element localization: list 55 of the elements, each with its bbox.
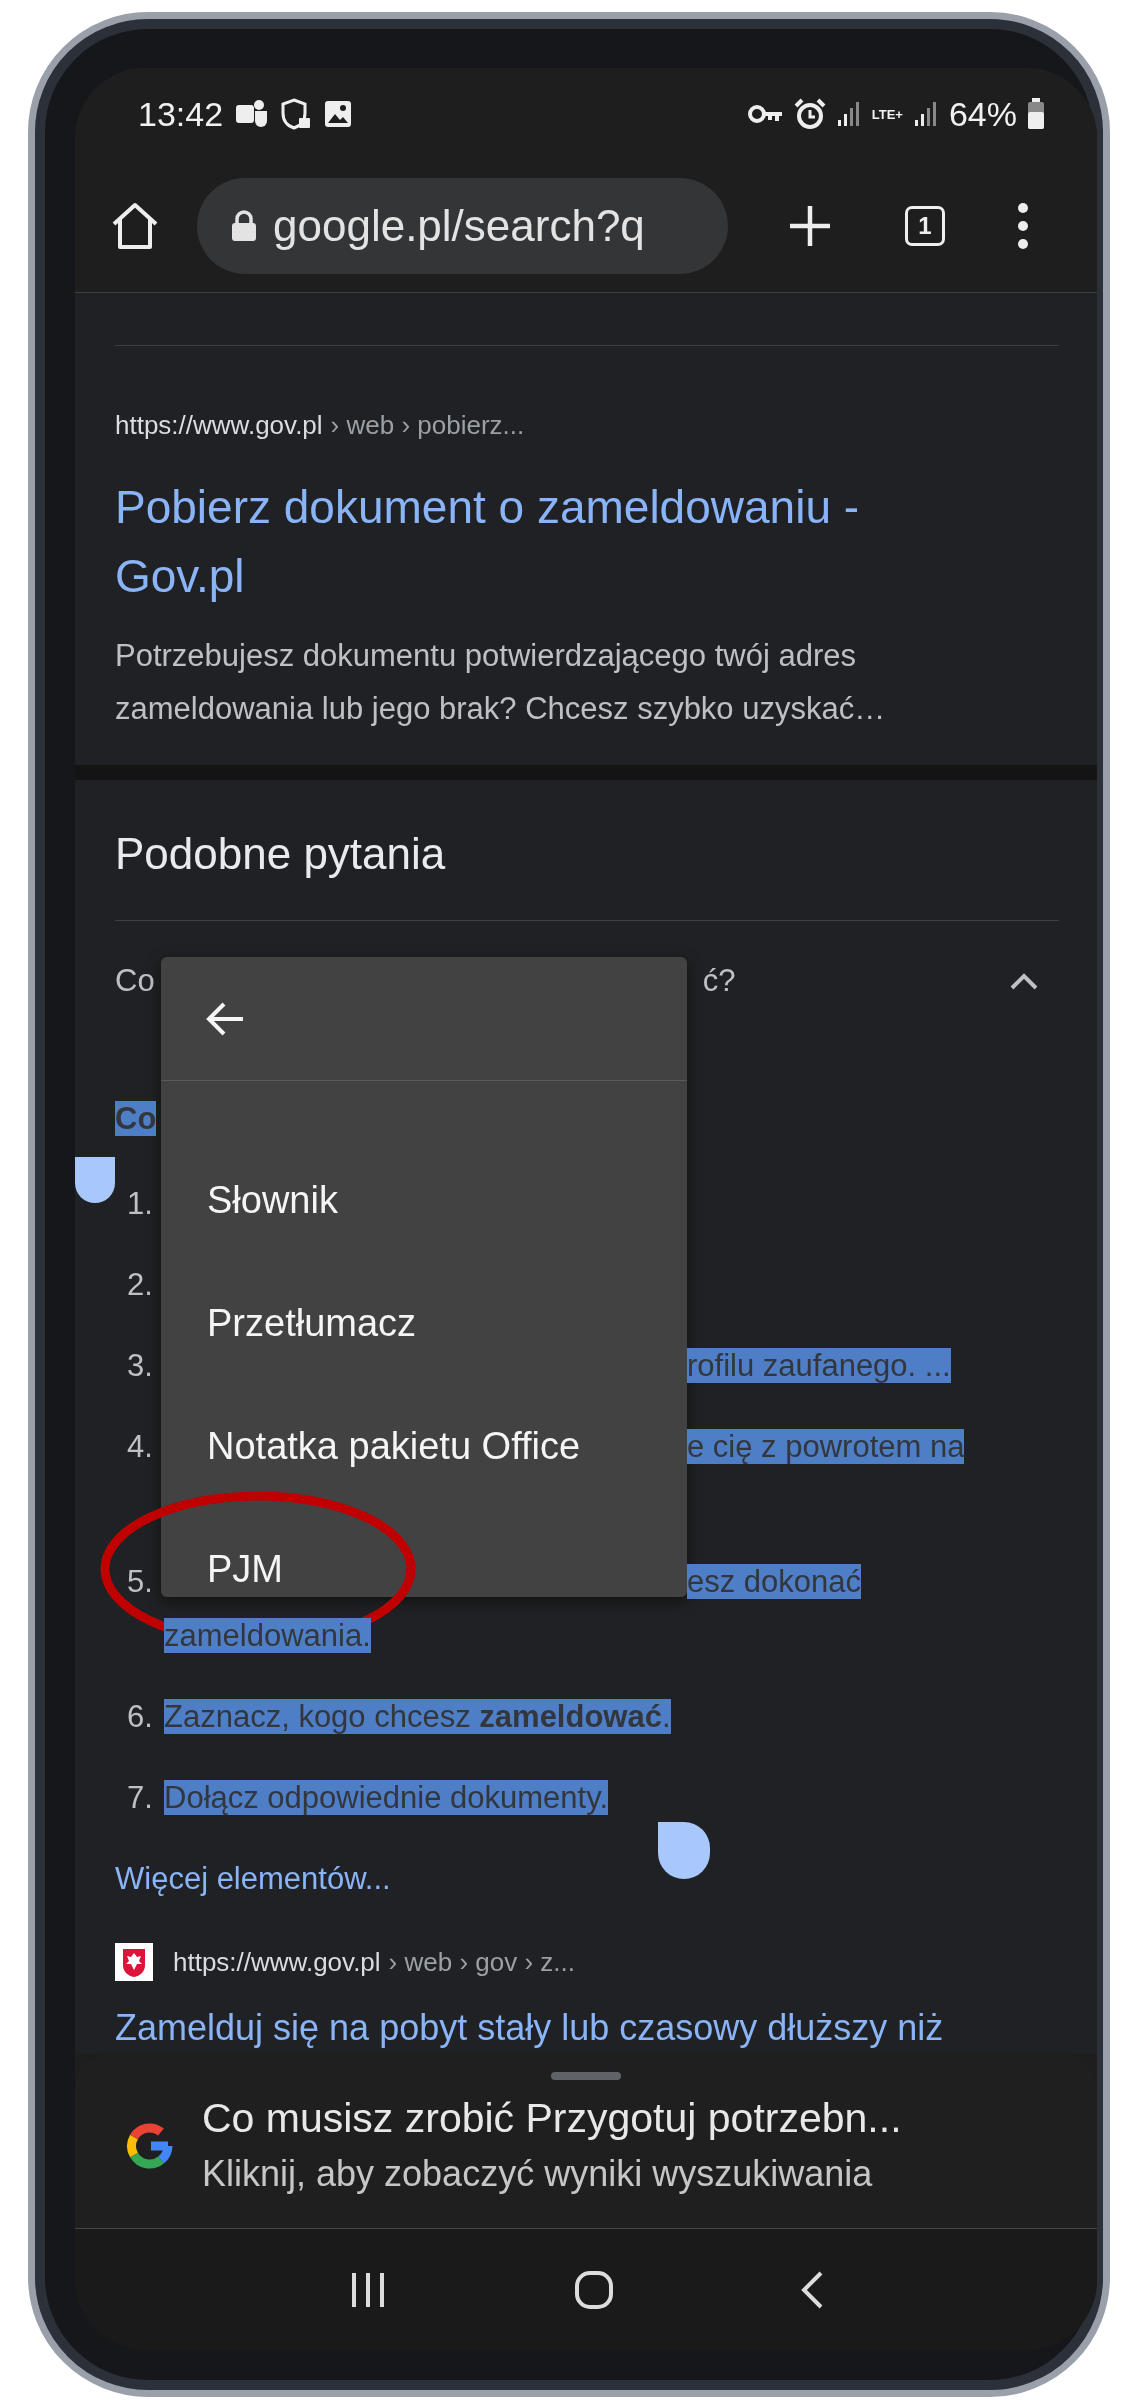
more-items-link[interactable]: Więcej elementów... [115, 1854, 391, 1904]
section-heading: Podobne pytania [115, 828, 447, 880]
list-number: 2. [126, 1266, 154, 1304]
people-icon [235, 99, 270, 129]
drag-handle[interactable] [551, 2072, 621, 2080]
question-text[interactable]: ć? [702, 963, 736, 999]
list-number: 3. [126, 1347, 154, 1385]
address-bar[interactable]: google.pl/search?q [197, 178, 728, 274]
list-item-text: Dołącz odpowiednie dokumenty. [164, 1780, 609, 1815]
battery-icon [1027, 98, 1045, 130]
battery-percent: 64% [948, 94, 1017, 134]
result-path: › web › gov › z... [388, 1946, 575, 1978]
result-path: › web › pobierz... [330, 409, 525, 442]
signal-icon [912, 100, 939, 128]
list-item-text: rofilu zaufanego. ... [687, 1348, 951, 1383]
image-icon [323, 99, 354, 129]
result-domain: https://www.gov.pl [115, 409, 323, 442]
list-item-text: zameldowania. [164, 1618, 371, 1653]
home-icon[interactable] [110, 202, 160, 250]
list-item-text: Zaznacz, kogo chcesz zameldować. [164, 1699, 671, 1734]
result-title-link[interactable]: Pobierz dokument o zameldowaniu - Gov.pl [115, 473, 975, 611]
key-icon [747, 103, 784, 125]
result-snippet: Potrzebujesz dokumentu potwierdzającego twój adres zameldowania lub jego brak? Chcesz szybko uzyskać… [115, 637, 887, 728]
list-number: 1. [126, 1185, 154, 1223]
result-title-link[interactable]: Zamelduj się na pobyt stały lub czasowy dłuższy niż [115, 2006, 1059, 2050]
question-text[interactable]: Co [115, 963, 155, 999]
menu-icon[interactable] [1017, 202, 1029, 250]
list-number: 4. [126, 1428, 154, 1466]
signal-icon [835, 100, 862, 128]
menu-item[interactable]: Notatka pakietu Office [207, 1425, 581, 1468]
menu-item[interactable]: Słownik [207, 1179, 338, 1222]
chevron-icon[interactable] [1009, 972, 1039, 990]
alarm-icon [793, 98, 826, 130]
back-icon[interactable] [800, 2270, 824, 2310]
tab-switcher-button[interactable]: 1 [905, 206, 945, 246]
url-text: google.pl/search?q [273, 201, 645, 251]
menu-item[interactable]: Przetłumacz [207, 1302, 417, 1345]
sheet-title[interactable]: Co musisz zrobić Przygotuj potrzebn... [202, 2090, 902, 2146]
clock-time: 13:42 [138, 94, 224, 134]
menu-item[interactable]: PJM [207, 1548, 283, 1591]
list-item-text: esz dokonać [687, 1564, 862, 1599]
lock-icon [231, 210, 257, 242]
selection-handle[interactable] [75, 1157, 115, 1203]
list-number: 6. [126, 1698, 154, 1736]
result-domain: https://www.gov.pl [173, 1946, 381, 1978]
list-number: 7. [126, 1779, 154, 1817]
list-number: 5. [126, 1563, 154, 1601]
sheet-subtitle: Kliknij, aby zobaczyć wyniki wyszukiwania [202, 2152, 874, 2196]
selection-handle[interactable] [658, 1822, 710, 1879]
network-type: LTE+ [871, 107, 903, 121]
back-arrow-icon[interactable] [205, 1000, 245, 1037]
emblem-icon [115, 1943, 153, 1981]
answer-heading: Co [115, 1101, 157, 1136]
shield-icon [281, 98, 312, 130]
home-button-icon[interactable] [574, 2270, 614, 2310]
